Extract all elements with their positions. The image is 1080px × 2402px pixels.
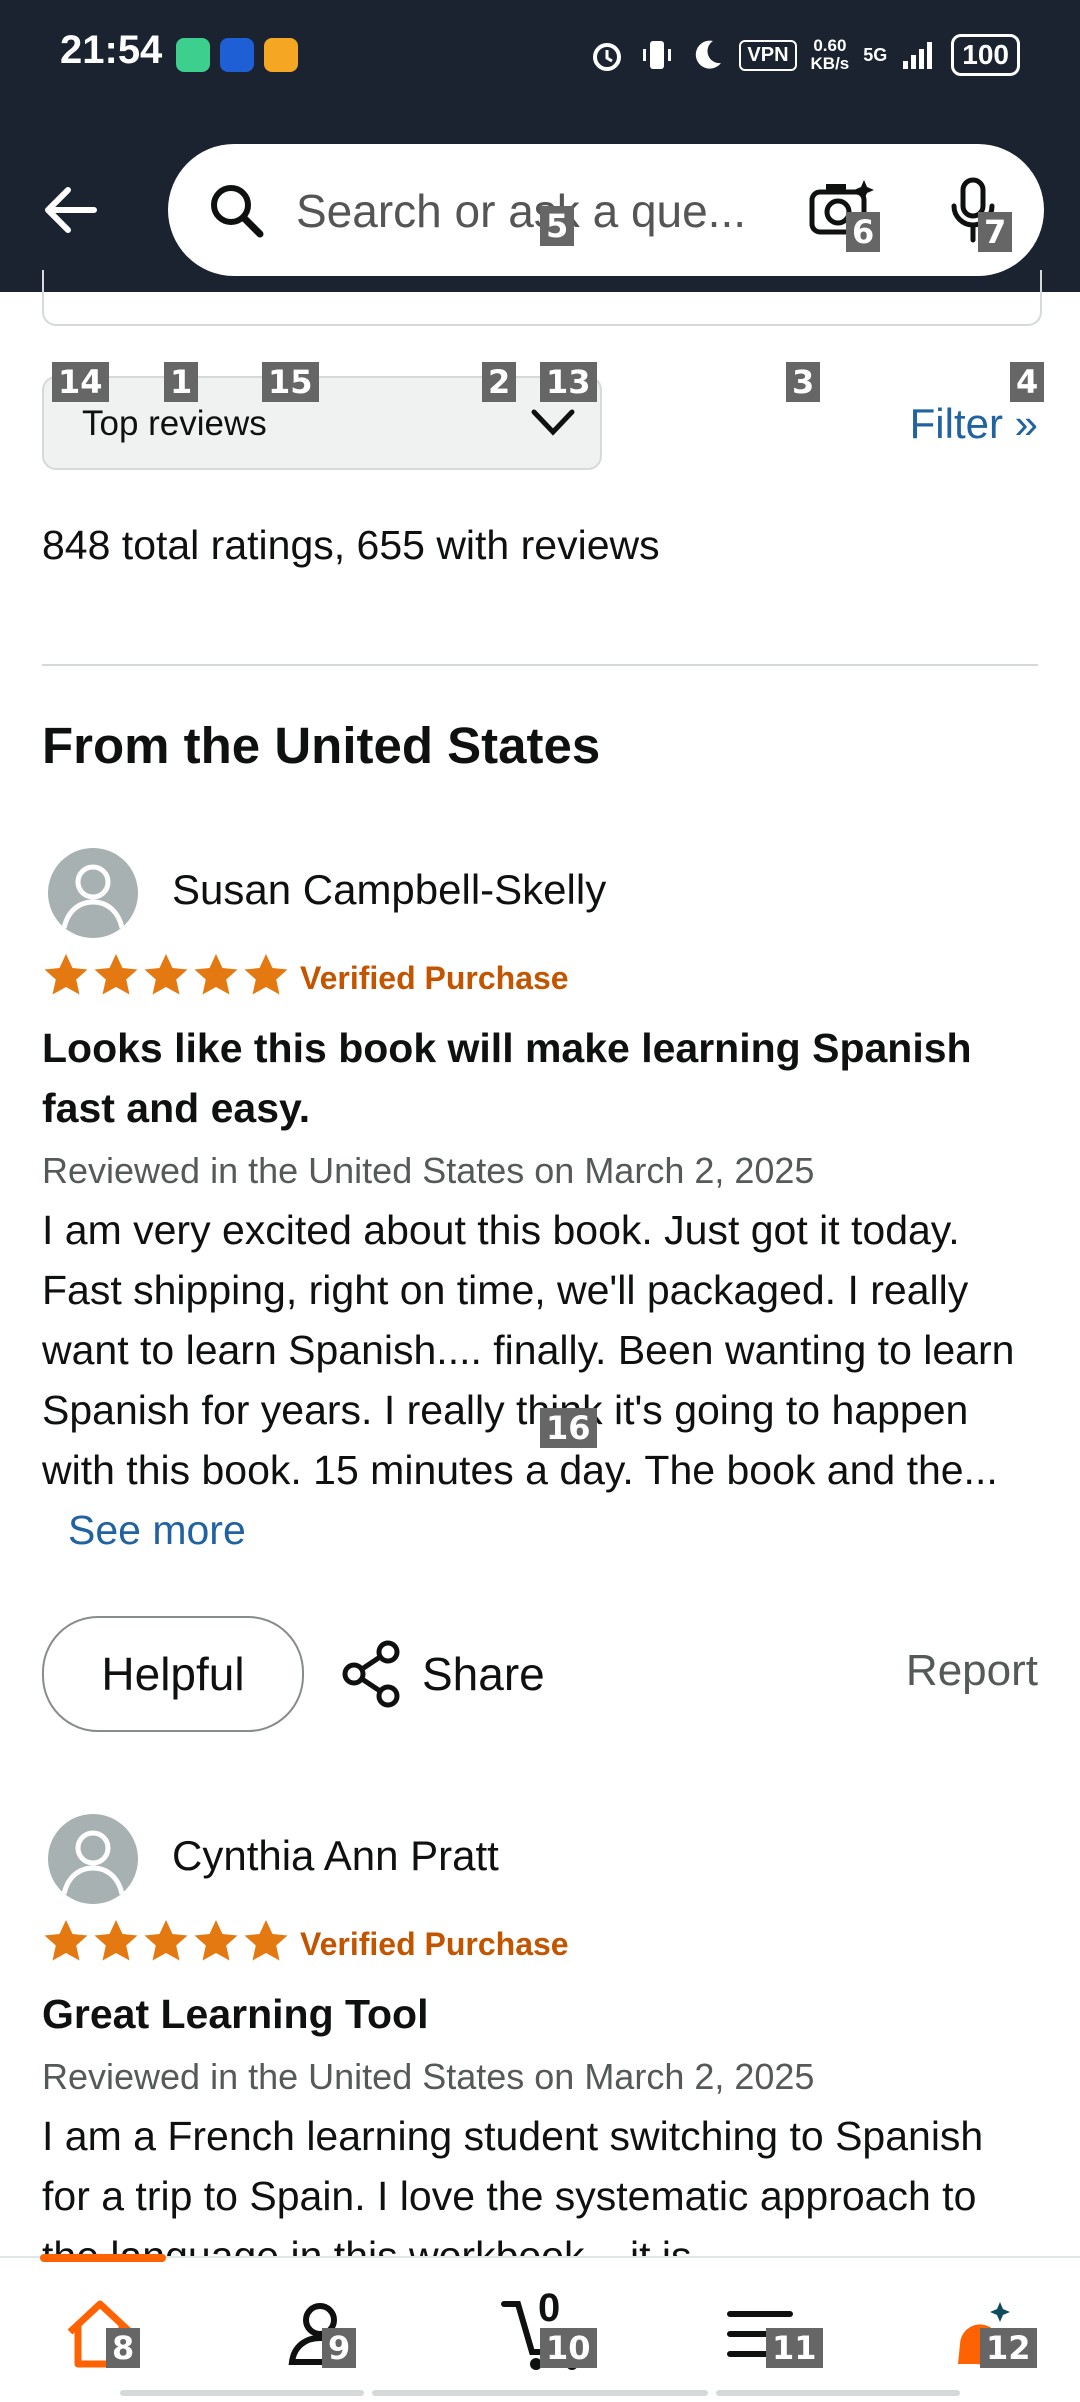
marker-11: 11 [766, 2328, 823, 2368]
search-bar[interactable] [168, 144, 1044, 276]
network-type: 5G [863, 44, 888, 65]
gesture-bar [716, 2390, 960, 2396]
sort-label: Top reviews [82, 404, 267, 443]
person-icon [61, 1830, 125, 1895]
review-title: Great Learning Tool [42, 1991, 429, 2037]
marker-9: 9 [322, 2328, 357, 2368]
star-icon [94, 954, 138, 995]
nav-home[interactable] [40, 2294, 160, 2384]
gesture-bar [120, 2390, 364, 2396]
person-icon [61, 864, 125, 929]
signal-icon [903, 42, 933, 69]
star-icon [94, 1920, 138, 1961]
alarm-icon [593, 43, 622, 71]
review-meta: Reviewed in the United States on March 2… [42, 1150, 815, 1191]
cart-count: 0 [538, 2286, 561, 2330]
speed-value: 0.60 [813, 36, 847, 55]
star-icon [194, 954, 238, 995]
marker-4: 4 [1010, 362, 1045, 402]
marker-7: 7 [978, 212, 1013, 252]
ratings-total: 848 total ratings, 655 with reviews [42, 522, 660, 568]
network-speed: 0.60 KB/s [811, 37, 850, 73]
active-tab-indicator [40, 2254, 166, 2262]
previous-section-box [42, 270, 1042, 326]
marker-14: 14 [52, 362, 109, 402]
marker-3: 3 [786, 362, 821, 402]
status-time: 21:54 [60, 28, 163, 72]
marker-10: 10 [540, 2328, 597, 2368]
search-icon [211, 185, 264, 238]
marker-15: 15 [262, 362, 319, 402]
marker-2: 2 [482, 362, 517, 402]
sort-dropdown[interactable]: Top reviews [42, 376, 602, 470]
gesture-bar [372, 2390, 708, 2396]
review-text: I am a French learning student switching… [42, 2113, 984, 2256]
marker-1: 1 [164, 362, 199, 402]
avatar [48, 1814, 138, 1904]
verified-badge: Verified Purchase [300, 960, 569, 996]
star-icon [144, 1920, 188, 1961]
star-icon [244, 954, 288, 995]
star-icon [144, 954, 188, 995]
vpn-badge: VPN [739, 39, 797, 71]
review-title: Looks like this book will make learning … [42, 1025, 972, 1131]
app-yellow-icon [264, 38, 298, 72]
avatar [48, 848, 138, 938]
star-rating [42, 1918, 290, 1964]
back-arrow-icon[interactable] [36, 176, 104, 244]
battery-level: 100 [951, 34, 1020, 76]
marker-5: 5 [540, 206, 575, 246]
nav-account[interactable] [260, 2294, 380, 2384]
review-meta: Reviewed in the United States on March 2… [42, 2056, 815, 2097]
share-icon [342, 1640, 400, 1708]
share-button[interactable]: Share [340, 1640, 545, 1708]
status-app-icons [176, 38, 298, 72]
chevron-down-icon [531, 409, 575, 436]
star-icon [194, 1920, 238, 1961]
review-body[interactable]: I am a French learning student switching… [42, 2106, 1042, 2256]
vibrate-icon [643, 41, 672, 69]
see-more-link[interactable]: See more [68, 1507, 246, 1553]
marker-13: 13 [540, 362, 597, 402]
filter-link[interactable]: Filter » [910, 400, 1038, 448]
star-icon [44, 954, 88, 995]
report-link[interactable]: Report [906, 1646, 1038, 1696]
verified-badge: Verified Purchase [300, 1926, 569, 1962]
divider [42, 664, 1038, 666]
marker-8: 8 [106, 2328, 141, 2368]
moon-icon [696, 40, 722, 69]
marker-16: 16 [540, 1408, 597, 1448]
app-green-icon [176, 38, 210, 72]
star-rating [42, 952, 290, 998]
share-label: Share [422, 1648, 545, 1700]
speed-unit: KB/s [810, 54, 850, 73]
reviewer-name[interactable]: Susan Campbell-Skelly [172, 866, 606, 914]
marker-12: 12 [980, 2328, 1037, 2368]
star-icon [244, 1920, 288, 1961]
star-icon [44, 1920, 88, 1961]
helpful-button[interactable]: Helpful [42, 1616, 304, 1732]
status-right: VPN 0.60 KB/s 5G 100 [589, 34, 1020, 76]
review-body[interactable]: I am very excited about this book. Just … [42, 1200, 1042, 1560]
reviewer-name[interactable]: Cynthia Ann Pratt [172, 1832, 499, 1880]
section-title: From the United States [42, 717, 601, 774]
review-text: I am very excited about this book. Just … [42, 1207, 1015, 1493]
app-blue-icon [220, 38, 254, 72]
marker-6: 6 [846, 212, 881, 252]
